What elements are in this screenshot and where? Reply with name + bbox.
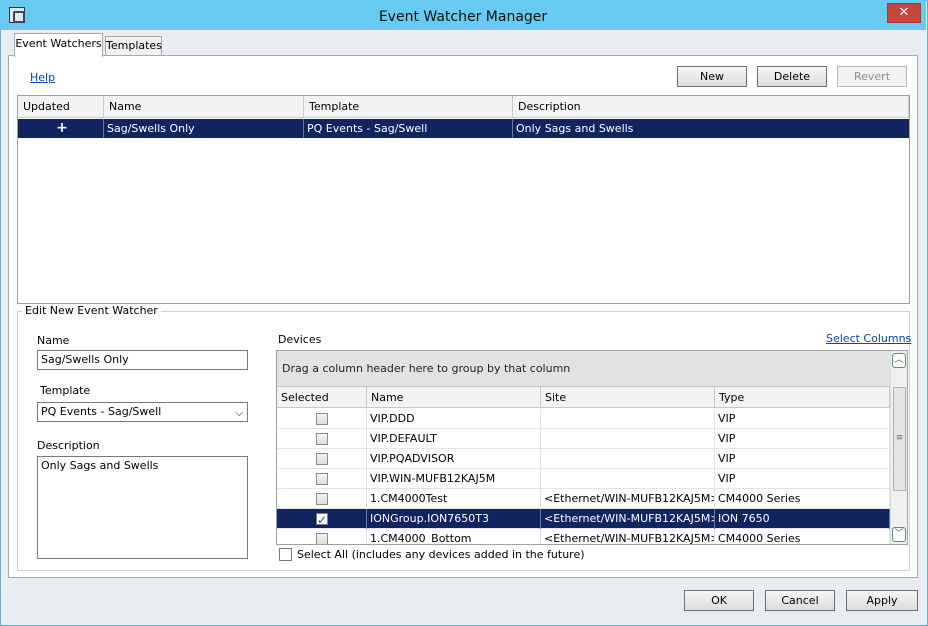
event-watchers-grid: Updated Name Template Description + Sag/… <box>17 95 910 304</box>
device-site-cell: <Ethernet/WIN-MUFB12KAJ5M> <box>541 529 715 544</box>
column-header-selected[interactable]: Selected <box>277 386 367 408</box>
device-row[interactable]: VIP.DEFAULT VIP <box>277 429 890 449</box>
device-selected-checkbox[interactable] <box>316 510 328 529</box>
template-select[interactable]: PQ Events - Sag/Swell ⌵ <box>37 402 248 422</box>
selected-cell <box>277 489 367 509</box>
device-site-cell <box>541 469 715 489</box>
column-header-device-name[interactable]: Name <box>367 386 541 408</box>
template-select-value: PQ Events - Sag/Swell <box>41 405 162 418</box>
column-header-description[interactable]: Description <box>513 96 909 118</box>
devices-label: Devices <box>278 333 322 346</box>
name-field[interactable]: Sag/Swells Only <box>37 350 248 370</box>
device-name-cell: VIP.WIN-MUFB12KAJ5M <box>367 469 541 489</box>
device-row[interactable]: VIP.WIN-MUFB12KAJ5M VIP <box>277 469 890 489</box>
device-name-cell: VIP.DDD <box>367 409 541 429</box>
device-type-cell: ION 7650 <box>715 509 890 529</box>
device-site-cell: <Ethernet/WIN-MUFB12KAJ5M> <box>541 509 715 529</box>
watcher-template-cell: PQ Events - Sag/Swell <box>304 119 513 138</box>
device-row[interactable]: 1.CM4000Test <Ethernet/WIN-MUFB12KAJ5M> CM… <box>277 489 890 509</box>
device-selected-checkbox[interactable] <box>316 493 328 505</box>
table-row[interactable]: + Sag/Swells Only PQ Events - Sag/Swell … <box>18 119 909 138</box>
new-button[interactable]: New <box>677 66 747 87</box>
selected-cell <box>277 509 367 529</box>
device-type-cell: VIP <box>715 409 890 429</box>
selected-cell <box>277 529 367 544</box>
column-header-template[interactable]: Template <box>304 96 513 118</box>
device-name-cell: VIP.DEFAULT <box>367 429 541 449</box>
description-textarea[interactable]: Only Sags and Swells <box>37 456 248 559</box>
selected-cell <box>277 469 367 489</box>
help-link[interactable]: Help <box>30 71 55 84</box>
device-type-cell: VIP <box>715 469 890 489</box>
watcher-description-cell: Only Sags and Swells <box>516 122 634 135</box>
chevron-down-icon: ⌵ <box>235 408 243 419</box>
selected-cell <box>277 449 367 469</box>
column-header-name[interactable]: Name <box>104 96 304 118</box>
device-type-cell: VIP <box>715 449 890 469</box>
select-all-checkbox[interactable] <box>279 548 292 561</box>
device-site-cell: <Ethernet/WIN-MUFB12KAJ5M> <box>541 489 715 509</box>
column-header-updated[interactable]: Updated <box>18 96 104 118</box>
device-name-cell: 1.CM4000_Bottom <box>367 529 541 544</box>
device-type-cell: VIP <box>715 429 890 449</box>
device-selected-checkbox[interactable] <box>316 533 328 544</box>
name-label: Name <box>37 334 70 347</box>
device-selected-checkbox[interactable] <box>316 413 328 425</box>
revert-button[interactable]: Revert <box>837 66 907 87</box>
edit-group-label: Edit New Event Watcher <box>22 304 161 317</box>
device-row[interactable]: VIP.PQADVISOR VIP <box>277 449 890 469</box>
close-button[interactable]: ✕ <box>887 3 921 23</box>
device-name-cell: 1.CM4000Test <box>367 489 541 509</box>
apply-button[interactable]: Apply <box>846 590 918 611</box>
scroll-up-icon[interactable]: ︿ <box>892 353 906 368</box>
devices-grid: Drag a column header here to group by th… <box>276 350 908 545</box>
device-selected-checkbox[interactable] <box>316 433 328 445</box>
cancel-button[interactable]: Cancel <box>765 590 835 611</box>
scroll-down-icon[interactable]: ﹀ <box>892 527 906 542</box>
column-header-type[interactable]: Type <box>715 386 890 408</box>
device-name-cell: VIP.PQADVISOR <box>367 449 541 469</box>
select-all-label: Select All (includes any devices added i… <box>297 548 585 561</box>
updated-indicator: + <box>18 119 104 138</box>
device-selected-checkbox[interactable] <box>316 473 328 485</box>
device-site-cell <box>541 449 715 469</box>
device-row[interactable]: VIP.DDD VIP <box>277 409 890 429</box>
template-label: Template <box>40 384 91 397</box>
watcher-name-cell: Sag/Swells Only <box>104 119 304 138</box>
selected-cell <box>277 409 367 429</box>
scrollbar-thumb[interactable]: ≡ <box>893 387 906 491</box>
select-columns-link[interactable]: Select Columns <box>826 332 911 345</box>
tab-templates[interactable]: Templates <box>105 36 162 55</box>
device-row[interactable]: IONGroup.ION7650T3<Ethernet/WIN-MUFB12KA… <box>277 509 890 529</box>
device-name-cell: IONGroup.ION7650T3 <box>367 509 541 529</box>
devices-scrollbar[interactable]: ︿ ≡ ﹀ <box>890 351 907 544</box>
device-selected-checkbox[interactable] <box>316 453 328 465</box>
ok-button[interactable]: OK <box>684 590 754 611</box>
device-type-cell: CM4000 Series <box>715 529 890 544</box>
device-site-cell <box>541 429 715 449</box>
selected-cell <box>277 429 367 449</box>
delete-button[interactable]: Delete <box>757 66 827 87</box>
tab-event-watchers[interactable]: Event Watchers <box>14 33 103 57</box>
device-type-cell: CM4000 Series <box>715 489 890 509</box>
description-label: Description <box>37 439 100 452</box>
device-site-cell <box>541 409 715 429</box>
device-row[interactable]: 1.CM4000_Bottom <Ethernet/WIN-MUFB12KAJ5M… <box>277 529 890 544</box>
column-header-site[interactable]: Site <box>541 386 715 408</box>
group-by-panel[interactable]: Drag a column header here to group by th… <box>277 351 890 386</box>
window-title: Event Watcher Manager <box>378 9 548 25</box>
